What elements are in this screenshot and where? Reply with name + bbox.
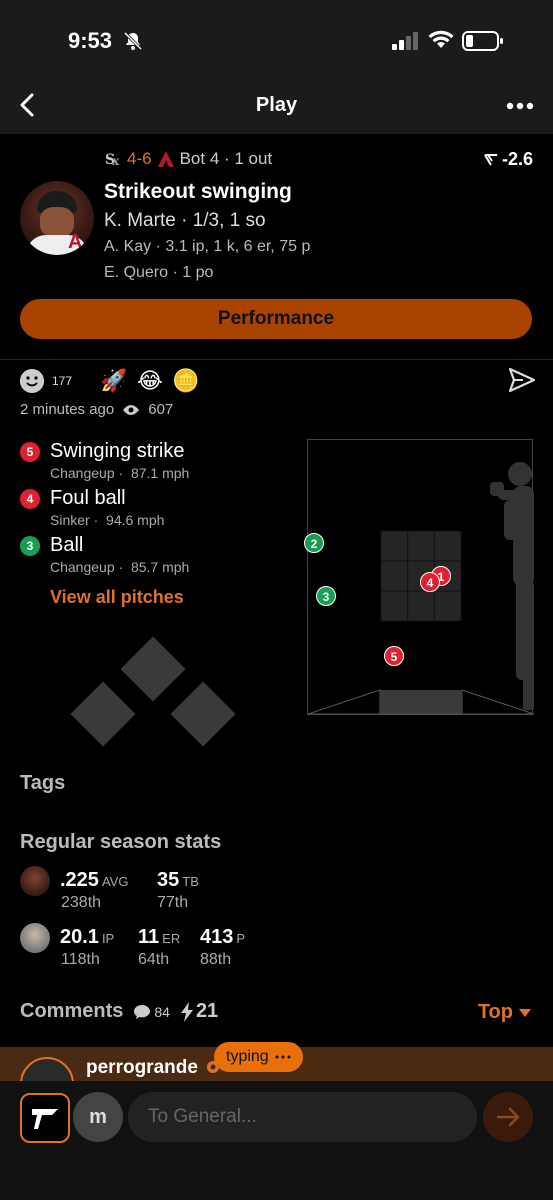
third-base bbox=[70, 681, 136, 747]
batter-avg-rank: 238th bbox=[61, 894, 102, 911]
batter-tb-rank: 77th bbox=[157, 894, 189, 911]
batter-avg: .225 AVG bbox=[60, 869, 129, 891]
wifi-icon bbox=[428, 30, 454, 48]
chat-bubble-icon bbox=[134, 1004, 151, 1019]
inning-status: Bot 4 · 1 out bbox=[179, 149, 273, 168]
tags-heading: Tags bbox=[20, 772, 66, 794]
reaction-count: 177 bbox=[52, 374, 73, 388]
fielder-line[interactable]: E. Quero · 1 po bbox=[104, 264, 213, 282]
pitch-number-badge: 3 bbox=[20, 536, 40, 556]
season-stats-heading: Regular season stats bbox=[20, 831, 222, 853]
app-logo-icon bbox=[32, 1109, 58, 1129]
batter-stat-avatar[interactable] bbox=[20, 866, 50, 896]
bell-muted-icon bbox=[123, 31, 143, 51]
pitcher-ip-rank: 118th bbox=[61, 951, 100, 968]
pitcher-pitches-rank: 88th bbox=[200, 951, 232, 968]
app-menu-button[interactable] bbox=[20, 1093, 70, 1143]
team-logo-icon: A bbox=[68, 231, 83, 253]
commenter-username[interactable]: perrogrande bbox=[86, 1057, 198, 1079]
eye-icon bbox=[123, 404, 140, 415]
nav-bar: Play bbox=[0, 78, 553, 134]
batter-line[interactable]: K. Marte · 1/3, 1 so bbox=[104, 210, 266, 232]
zone-pitch-marker[interactable]: 4 bbox=[420, 572, 440, 592]
svg-text:x: x bbox=[112, 154, 120, 168]
score-line: S x 4-6 Bot 4 · 1 out bbox=[104, 149, 272, 169]
pitcher-er-rank: 64th bbox=[138, 951, 170, 968]
game-score: 4-6 bbox=[127, 149, 152, 168]
send-message-button[interactable] bbox=[483, 1092, 533, 1142]
signal-icon bbox=[392, 32, 418, 50]
typing-dots-icon bbox=[275, 1055, 291, 1059]
typing-indicator: typing bbox=[214, 1042, 303, 1072]
status-time: 9:53 bbox=[68, 28, 113, 53]
rocket-reaction[interactable]: 🚀 bbox=[100, 368, 128, 394]
wpa-icon bbox=[484, 153, 497, 166]
second-base bbox=[120, 636, 186, 702]
pitch-result: Foul ball bbox=[50, 487, 126, 509]
pitch-number-badge: 4 bbox=[20, 489, 40, 509]
reactions-row: 177 🚀 😂 🪙 bbox=[20, 368, 200, 394]
share-send-icon[interactable] bbox=[509, 368, 535, 392]
message-input[interactable] bbox=[128, 1092, 477, 1142]
pitcher-stat-avatar[interactable] bbox=[20, 923, 50, 953]
more-options-icon[interactable] bbox=[505, 92, 535, 120]
win-probability-change: -2.6 bbox=[484, 149, 533, 170]
batter-tb: 35 TB bbox=[157, 869, 199, 891]
zone-pitch-marker[interactable]: 2 bbox=[304, 533, 324, 553]
pitcher-pitches: 413 P bbox=[200, 926, 246, 948]
batter-avatar[interactable]: A bbox=[20, 181, 94, 255]
bolt-count: 21 bbox=[180, 1000, 218, 1023]
pitcher-ip: 20.1 IP bbox=[60, 926, 115, 948]
comment-sort-dropdown[interactable]: Top bbox=[478, 1001, 531, 1024]
view-count: 607 bbox=[148, 401, 174, 418]
play-title: Strikeout swinging bbox=[104, 180, 292, 203]
add-reaction-smiley-icon[interactable] bbox=[20, 369, 44, 393]
pitcher-er: 11 ER bbox=[138, 926, 181, 948]
view-all-pitches-link[interactable]: View all pitches bbox=[50, 587, 184, 608]
strike-zone-panel[interactable]: 2 3 1 4 5 bbox=[304, 439, 534, 715]
user-avatar[interactable]: m bbox=[73, 1092, 123, 1142]
first-base bbox=[170, 681, 236, 747]
laughing-reaction[interactable]: 😂 bbox=[136, 368, 164, 394]
typing-label: typing bbox=[226, 1048, 269, 1065]
zone-pitch-marker[interactable]: 5 bbox=[384, 646, 404, 666]
time-ago: 2 minutes ago bbox=[20, 401, 115, 418]
zone-pitch-marker[interactable]: 3 bbox=[316, 586, 336, 606]
pitch-detail: Sinker · 94.6 mph bbox=[50, 512, 165, 528]
pitch-detail: Changeup · 85.7 mph bbox=[50, 559, 190, 575]
page-title: Play bbox=[255, 94, 298, 116]
comments-heading: Comments bbox=[20, 1000, 124, 1022]
battery-icon bbox=[462, 31, 503, 51]
commenter-avatar[interactable] bbox=[20, 1057, 74, 1081]
status-bar: 9:53 bbox=[0, 0, 553, 78]
comment-count: 84 bbox=[133, 1004, 170, 1020]
comments-header: Comments 84 21 bbox=[20, 1000, 218, 1023]
pitch-detail: Changeup · 87.1 mph bbox=[50, 465, 190, 481]
divider bbox=[0, 359, 553, 360]
away-team-logo-icon: S x bbox=[105, 152, 120, 168]
pitch-number-badge: 5 bbox=[20, 442, 40, 462]
sort-label: Top bbox=[477, 1001, 513, 1023]
coin-reaction[interactable]: 🪙 bbox=[172, 368, 200, 394]
pitch-result: Swinging strike bbox=[50, 440, 185, 462]
pitcher-line[interactable]: A. Kay · 3.1 ip, 1 k, 6 er, 75 p bbox=[104, 238, 310, 256]
lightning-bolt-icon bbox=[180, 1001, 193, 1022]
arrow-right-icon bbox=[496, 1107, 520, 1127]
home-team-logo-icon bbox=[157, 151, 174, 167]
wpa-value: -2.6 bbox=[501, 149, 533, 169]
caret-down-icon bbox=[519, 1008, 531, 1017]
performance-button[interactable]: Performance bbox=[20, 299, 532, 339]
post-meta: 2 minutes ago 607 bbox=[20, 401, 173, 418]
pitch-result: Ball bbox=[50, 534, 84, 556]
